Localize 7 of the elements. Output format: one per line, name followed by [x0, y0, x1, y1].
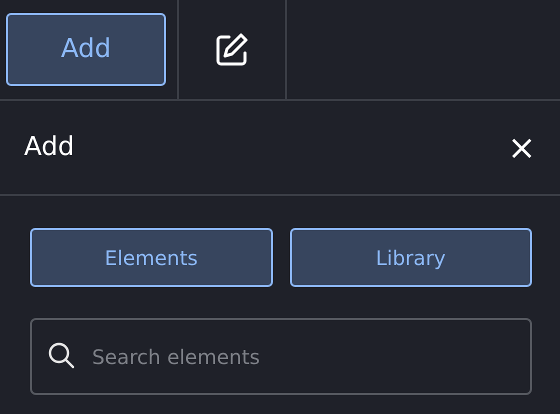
- tab[interactable]: Elements: [30, 228, 272, 287]
- close-button[interactable]: ×: [508, 130, 536, 164]
- search-field[interactable]: Search elements: [30, 318, 532, 395]
- tab[interactable]: Library: [290, 228, 532, 287]
- panel-title: Add: [24, 131, 74, 164]
- search-icon: [48, 342, 76, 370]
- add-button[interactable]: Add: [6, 13, 166, 86]
